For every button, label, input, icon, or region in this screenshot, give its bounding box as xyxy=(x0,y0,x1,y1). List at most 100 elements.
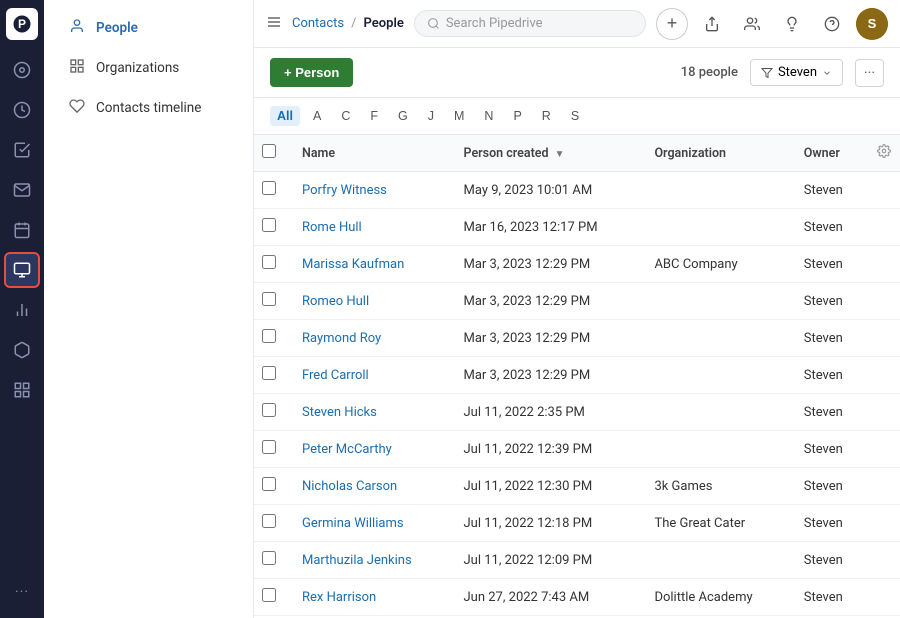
person-created-cell: Jul 11, 2022 12:30 PM xyxy=(452,468,643,505)
add-person-button[interactable]: + Person xyxy=(270,58,353,87)
person-name-cell[interactable]: Peter McCarthy xyxy=(290,431,452,468)
breadcrumb-parent[interactable]: Contacts xyxy=(292,16,344,31)
alpha-j[interactable]: J xyxy=(421,106,441,126)
row-checkbox-cell[interactable] xyxy=(254,283,290,320)
select-all-checkbox[interactable] xyxy=(262,144,276,158)
person-org-cell xyxy=(642,542,791,579)
row-checkbox[interactable] xyxy=(262,477,276,491)
sidebar-item-people[interactable]: People xyxy=(52,9,245,47)
more-options-button[interactable]: ··· xyxy=(855,59,884,87)
user-avatar[interactable]: S xyxy=(856,8,888,40)
row-checkbox[interactable] xyxy=(262,403,276,417)
row-checkbox[interactable] xyxy=(262,292,276,306)
org-column-header[interactable]: Organization xyxy=(642,135,791,172)
nav-activities-icon[interactable] xyxy=(4,132,40,168)
person-name-cell[interactable]: Rex Harrison xyxy=(290,579,452,616)
person-name-cell[interactable]: Fred Carroll xyxy=(290,357,452,394)
alpha-a[interactable]: A xyxy=(306,106,328,126)
person-org-cell xyxy=(642,172,791,209)
alpha-c[interactable]: C xyxy=(334,106,357,126)
name-column-header[interactable]: Name xyxy=(290,135,452,172)
person-name-cell[interactable]: Marthuzila Jenkins xyxy=(290,542,452,579)
nav-deals-icon[interactable] xyxy=(4,92,40,128)
row-checkbox-cell[interactable] xyxy=(254,357,290,394)
nav-reports-icon[interactable] xyxy=(4,292,40,328)
alpha-all[interactable]: All xyxy=(270,106,300,126)
search-bar[interactable]: Search Pipedrive xyxy=(414,10,646,37)
alpha-g[interactable]: G xyxy=(391,106,415,126)
row-checkbox[interactable] xyxy=(262,218,276,232)
row-checkbox-cell[interactable] xyxy=(254,172,290,209)
person-name[interactable]: Porfry Witness xyxy=(302,183,387,198)
filter-button[interactable]: Steven xyxy=(750,59,843,86)
nav-products-icon[interactable] xyxy=(4,332,40,368)
person-name[interactable]: Rome Hull xyxy=(302,220,362,235)
person-name[interactable]: Marissa Kaufman xyxy=(302,257,404,272)
row-checkbox-cell[interactable] xyxy=(254,505,290,542)
person-name-cell[interactable]: Rome Hull xyxy=(290,209,452,246)
sidebar-item-organizations[interactable]: Organizations xyxy=(52,49,245,87)
people-nav-icon[interactable] xyxy=(736,8,768,40)
person-owner-cell: Steven xyxy=(792,209,868,246)
person-name[interactable]: Nicholas Carson xyxy=(302,479,397,494)
row-checkbox-cell[interactable] xyxy=(254,394,290,431)
person-settings-cell xyxy=(868,505,900,542)
alpha-f[interactable]: F xyxy=(363,106,385,126)
add-button[interactable]: + xyxy=(656,8,688,40)
hamburger-icon[interactable] xyxy=(266,14,282,34)
person-name-cell[interactable]: Germina Williams xyxy=(290,505,452,542)
person-name[interactable]: Rex Harrison xyxy=(302,590,376,605)
help-icon[interactable] xyxy=(816,8,848,40)
person-name[interactable]: Romeo Hull xyxy=(302,294,369,309)
person-created-cell: Mar 3, 2023 12:29 PM xyxy=(452,357,643,394)
row-checkbox[interactable] xyxy=(262,329,276,343)
select-all-header[interactable] xyxy=(254,135,290,172)
row-checkbox[interactable] xyxy=(262,440,276,454)
person-name[interactable]: Steven Hicks xyxy=(302,405,377,420)
person-name-cell[interactable]: Nicholas Carson xyxy=(290,468,452,505)
settings-column-header[interactable] xyxy=(868,135,900,172)
person-name-cell[interactable]: Marissa Kaufman xyxy=(290,246,452,283)
alpha-s[interactable]: S xyxy=(564,106,586,126)
created-column-header[interactable]: Person created ▼ xyxy=(452,135,643,172)
nav-home-icon[interactable] xyxy=(4,52,40,88)
person-name-cell[interactable]: Porfry Witness xyxy=(290,172,452,209)
row-checkbox[interactable] xyxy=(262,588,276,602)
person-name[interactable]: Raymond Roy xyxy=(302,331,381,346)
person-name[interactable]: Peter McCarthy xyxy=(302,442,392,457)
row-checkbox[interactable] xyxy=(262,366,276,380)
nav-more-icon[interactable]: ··· xyxy=(4,574,40,610)
sidebar-item-organizations-label: Organizations xyxy=(96,60,179,76)
alpha-n[interactable]: N xyxy=(477,106,500,126)
row-checkbox-cell[interactable] xyxy=(254,246,290,283)
table-row: Rex Harrison Jun 27, 2022 7:43 AM Dolitt… xyxy=(254,579,900,616)
nav-contacts-icon[interactable] xyxy=(4,252,40,288)
alpha-r[interactable]: R xyxy=(535,106,558,126)
owner-column-header[interactable]: Owner xyxy=(792,135,868,172)
person-name[interactable]: Marthuzila Jenkins xyxy=(302,553,412,568)
row-checkbox-cell[interactable] xyxy=(254,320,290,357)
row-checkbox-cell[interactable] xyxy=(254,579,290,616)
row-checkbox-cell[interactable] xyxy=(254,468,290,505)
alpha-p[interactable]: P xyxy=(506,106,528,126)
alpha-m[interactable]: M xyxy=(447,106,471,126)
person-name-cell[interactable]: Raymond Roy xyxy=(290,320,452,357)
row-checkbox[interactable] xyxy=(262,181,276,195)
nav-mail-icon[interactable] xyxy=(4,172,40,208)
person-name[interactable]: Fred Carroll xyxy=(302,368,369,383)
person-name-cell[interactable]: Romeo Hull xyxy=(290,283,452,320)
main: Contacts / People Search Pipedrive + S xyxy=(254,0,900,618)
row-checkbox[interactable] xyxy=(262,255,276,269)
person-name[interactable]: Germina Williams xyxy=(302,516,404,531)
nav-calendar-icon[interactable] xyxy=(4,212,40,248)
row-checkbox-cell[interactable] xyxy=(254,542,290,579)
row-checkbox-cell[interactable] xyxy=(254,209,290,246)
share-icon[interactable] xyxy=(696,8,728,40)
sidebar-item-contacts-timeline[interactable]: Contacts timeline xyxy=(52,89,245,127)
person-name-cell[interactable]: Steven Hicks xyxy=(290,394,452,431)
bulb-icon[interactable] xyxy=(776,8,808,40)
row-checkbox-cell[interactable] xyxy=(254,431,290,468)
row-checkbox[interactable] xyxy=(262,514,276,528)
nav-marketplace-icon[interactable] xyxy=(4,372,40,408)
row-checkbox[interactable] xyxy=(262,551,276,565)
